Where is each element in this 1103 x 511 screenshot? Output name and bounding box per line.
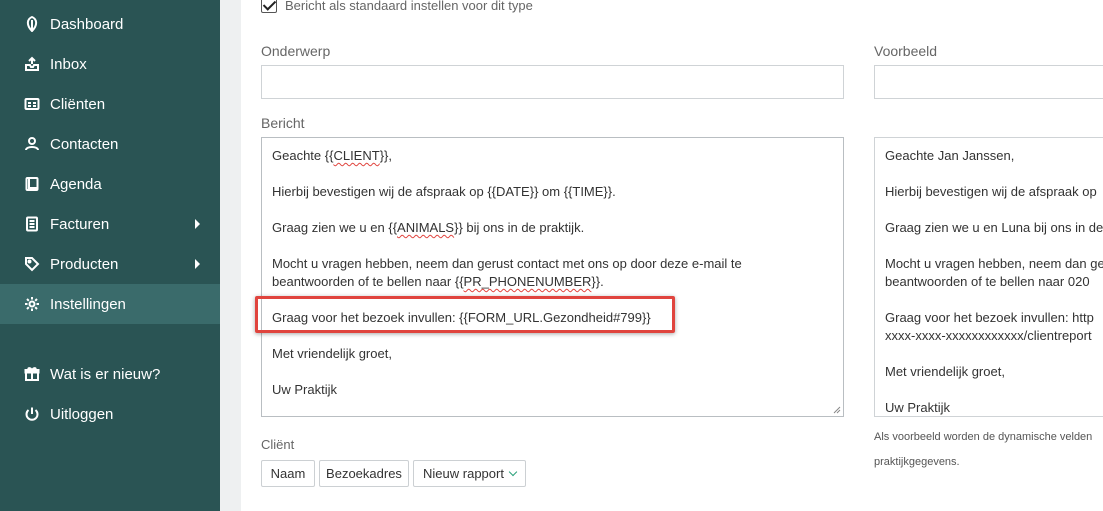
tag-icon (22, 254, 42, 274)
resize-handle-icon[interactable] (831, 404, 841, 414)
message-label: Bericht (261, 115, 305, 131)
gear-icon (22, 294, 42, 314)
preview-label: Voorbeeld (874, 43, 938, 59)
sidebar-item-clienten[interactable]: Cliënten (0, 84, 220, 124)
preview-note-line1: Als voorbeeld worden de dynamische velde… (874, 431, 1093, 443)
sidebar-item-label: Instellingen (50, 295, 126, 313)
message-line-form-url: Graag voor het bezoek invullen: {{FORM_U… (272, 310, 651, 325)
invoice-icon (22, 214, 42, 234)
sidebar-item-label: Facturen (50, 215, 110, 233)
sidebar-item-label: Producten (50, 255, 119, 273)
preview-subject-box (874, 65, 1103, 99)
insert-bezoekadres-label: Bezoekadres (326, 466, 402, 481)
sidebar-item-label: Dashboard (50, 15, 124, 33)
sidebar-item-agenda[interactable]: Agenda (0, 164, 220, 204)
preview-line-confirmation: Hierbij bevestigen wij de afspraak op (885, 184, 1097, 199)
default-message-checkbox-row[interactable]: Bericht als standaard instellen voor dit… (261, 0, 533, 13)
sidebar-item-logout[interactable]: Uitloggen (0, 394, 220, 434)
message-line-confirmation: Hierbij bevestigen wij de afspraak op {{… (272, 184, 616, 199)
sidebar-item-label: Inbox (50, 55, 87, 73)
preview-line-animals: Graag zien we u en Luna bij ons in de (885, 220, 1103, 235)
default-message-checkbox-label: Bericht als standaard instellen voor dit… (285, 0, 533, 13)
preview-line-closing: Met vriendelijk groet, (885, 364, 1005, 379)
sidebar-item-label: Uitloggen (50, 405, 114, 423)
preview-note-line2: praktijkgegevens. (874, 456, 960, 468)
preview-line-questions: Mocht u vragen hebben, neem dan ge beant… (885, 256, 1103, 289)
inbox-icon (22, 54, 42, 74)
sidebar-item-label: Cliënten (50, 95, 106, 113)
leaf-icon (22, 14, 42, 34)
message-line-greeting: Geachte {{CLIENT}}, (272, 148, 392, 163)
insert-naam-label: Naam (270, 466, 306, 481)
sidebar-item-facturen[interactable]: Facturen (0, 204, 220, 244)
message-line-closing: Met vriendelijk groet, (272, 346, 392, 361)
default-message-checkbox[interactable] (261, 0, 277, 13)
preview-line-greeting: Geachte Jan Janssen, (885, 148, 1015, 163)
sidebar: Dashboard Inbox Cliënten Contacten Agend… (0, 0, 220, 511)
insert-naam-button[interactable]: Naam (261, 460, 315, 487)
sidebar-item-dashboard[interactable]: Dashboard (0, 4, 220, 44)
nieuw-rapport-label: Nieuw rapport (423, 466, 504, 481)
chevron-right-icon (195, 259, 200, 269)
sidebar-item-label: Agenda (50, 175, 102, 193)
id-card-icon (22, 94, 42, 114)
message-preview: Geachte Jan Janssen, Hierbij bevestigen … (874, 137, 1103, 417)
sidebar-item-inbox[interactable]: Inbox (0, 44, 220, 84)
sidebar-item-label: Contacten (50, 135, 119, 153)
client-fields-label: Cliënt (261, 437, 295, 452)
message-line-questions: Mocht u vragen hebben, neem dan gerust c… (272, 256, 742, 289)
insert-bezoekadres-button[interactable]: Bezoekadres (319, 460, 409, 487)
sidebar-item-contacten[interactable]: Contacten (0, 124, 220, 164)
chevron-right-icon (195, 219, 200, 229)
nieuw-rapport-dropdown[interactable]: Nieuw rapport (413, 460, 526, 487)
sidebar-item-producten[interactable]: Producten (0, 244, 220, 284)
message-line-animals: Graag zien we u en {{ANIMALS}} bij ons i… (272, 220, 585, 235)
message-template-panel: Bericht als standaard instellen voor dit… (241, 0, 1103, 511)
power-icon (22, 404, 42, 424)
sidebar-item-label: Wat is er nieuw? (50, 365, 161, 383)
gift-icon (22, 364, 42, 384)
contacts-icon (22, 134, 42, 154)
calendar-icon (22, 174, 42, 194)
subject-input[interactable] (261, 65, 844, 99)
chevron-down-icon (508, 467, 518, 477)
message-line-signature: Uw Praktijk (272, 382, 338, 397)
subject-label: Onderwerp (261, 43, 331, 59)
sidebar-item-instellingen[interactable]: Instellingen (0, 284, 220, 324)
message-textarea[interactable]: Geachte {{CLIENT}}, Hierbij bevestigen w… (261, 137, 844, 417)
preview-line-signature: Uw Praktijk (885, 400, 951, 415)
preview-line-form-url: Graag voor het bezoek invullen: http xxx… (885, 310, 1094, 343)
sidebar-item-whats-new[interactable]: Wat is er nieuw? (0, 354, 220, 394)
